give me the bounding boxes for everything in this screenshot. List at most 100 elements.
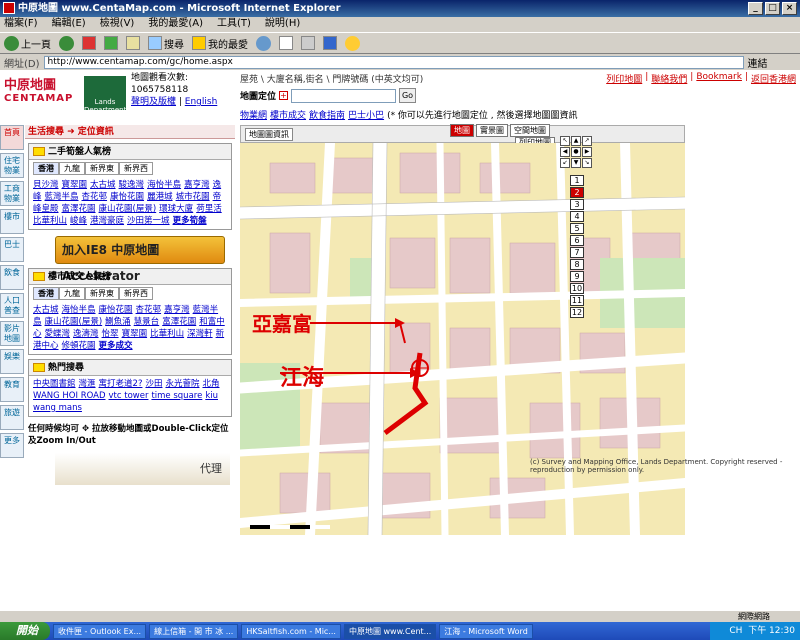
print-button[interactable]	[301, 34, 315, 52]
pan-arrow-icon[interactable]: ↘	[582, 158, 592, 168]
menu-help[interactable]: 說明(H)	[265, 17, 300, 31]
menu-file[interactable]: 檔案(F)	[4, 17, 38, 31]
hp-tab-ntw[interactable]: 新界西	[119, 162, 153, 175]
transaction-link[interactable]: 愛蝶灣	[45, 329, 71, 339]
transaction-link[interactable]: 修頓花園	[62, 341, 96, 351]
back-button[interactable]: 上一頁	[4, 34, 51, 52]
tx-tab-hk[interactable]: 香港	[33, 287, 59, 300]
hot-property-link[interactable]: 比華利山	[33, 216, 67, 226]
hp-tab-kln[interactable]: 九龍	[59, 162, 85, 175]
menu-tools[interactable]: 工具(T)	[217, 17, 251, 31]
hot-property-link[interactable]: 康山花園(屋景)	[99, 204, 157, 214]
hot-search-link[interactable]: 灣滙	[79, 379, 96, 389]
side-tab-video[interactable]: 影片地圖	[0, 321, 24, 346]
hot-search-link[interactable]: time square	[151, 391, 202, 401]
zoom-level-button[interactable]: 12	[570, 307, 584, 318]
close-button[interactable]: ×	[782, 2, 797, 15]
go-button[interactable]: Go	[399, 88, 417, 103]
hot-search-link[interactable]: WANG HOI ROAD	[33, 391, 106, 401]
map-tab-aerial[interactable]: 空間地圖	[510, 124, 550, 137]
mail-button[interactable]	[279, 34, 293, 52]
zoom-level-button[interactable]: 1	[570, 175, 584, 186]
hot-search-link[interactable]: 寓打老道2?	[99, 379, 143, 389]
links-label[interactable]: 連結	[748, 55, 768, 70]
pan-arrow-icon[interactable]: ◀	[560, 147, 570, 157]
side-tab-bus[interactable]: 巴士	[0, 237, 24, 262]
side-tab-travel[interactable]: 旅遊	[0, 405, 24, 430]
tx-tab-ntw[interactable]: 新界西	[119, 287, 153, 300]
hot-property-link[interactable]: 富澤花園	[62, 204, 96, 214]
home-button[interactable]	[126, 34, 140, 52]
tx-tab-kln[interactable]: 九龍	[59, 287, 85, 300]
transaction-link[interactable]: 逸濤灣	[73, 329, 99, 339]
transaction-link[interactable]: 寶翠園	[122, 329, 148, 339]
tx-tab-nte[interactable]: 新界東	[85, 287, 119, 300]
map-canvas[interactable]: 亞嘉富 江海	[240, 143, 685, 535]
transaction-link[interactable]: 怡翠	[102, 329, 119, 339]
history-button[interactable]	[256, 34, 271, 52]
hot-property-link[interactable]: 藍灣半島	[45, 192, 79, 202]
address-input[interactable]: http://www.centamap.com/gc/home.aspx	[43, 55, 744, 69]
side-tab-commercial[interactable]: 工商物業	[0, 181, 24, 206]
transaction-link[interactable]: 深灣軒	[187, 329, 213, 339]
pan-arrow-icon[interactable]: ▲	[571, 136, 581, 146]
transaction-link[interactable]: 比華利山	[150, 329, 184, 339]
menu-favorites[interactable]: 我的最愛(A)	[148, 17, 203, 31]
messenger-button[interactable]	[345, 34, 360, 52]
hot-property-link[interactable]: 港灣豪庭	[90, 216, 124, 226]
centamap-logo[interactable]: 中原地圖 CENTAMAP Lands Department	[4, 74, 126, 114]
favorites-button[interactable]: 我的最愛	[192, 34, 248, 52]
hot-property-link[interactable]: 杏花邨	[82, 192, 108, 202]
agent-banner[interactable]: 代理	[55, 453, 230, 485]
hot-search-link[interactable]: 永光薈院	[165, 379, 199, 389]
locate-input[interactable]	[291, 88, 397, 103]
transaction-link-more[interactable]: 更多成交	[99, 341, 133, 351]
language-indicator[interactable]: CH	[729, 626, 742, 636]
subnav-bus[interactable]: 巴士小巴	[348, 108, 384, 121]
zoom-level-button[interactable]: 3	[570, 199, 584, 210]
zoom-level-button[interactable]: 5	[570, 223, 584, 234]
taskbar-task[interactable]: HKSaltfish.com - Mic...	[241, 623, 341, 639]
subnav-property[interactable]: 物業網	[240, 108, 267, 121]
side-tab-market[interactable]: 樓市	[0, 209, 24, 234]
maximize-button[interactable]: □	[765, 2, 780, 15]
hot-property-link[interactable]: 康怡花園	[110, 192, 144, 202]
zoom-level-button[interactable]: 7	[570, 247, 584, 258]
start-button[interactable]: 開始	[0, 622, 50, 640]
edit-button[interactable]	[323, 34, 337, 52]
zoom-level-button[interactable]: 6	[570, 235, 584, 246]
side-tab-census[interactable]: 人口普查	[0, 293, 24, 318]
transaction-link[interactable]: 富澤花園	[162, 317, 196, 327]
hot-search-link[interactable]: vtc tower	[109, 391, 149, 401]
zoom-level-button[interactable]: 10	[570, 283, 584, 294]
ie8-accelerator-button[interactable]: 加入IE8 中原地圖 Accelerator	[55, 236, 225, 283]
hot-property-link[interactable]: 荷里活	[196, 204, 222, 214]
zoom-level-button[interactable]: 2	[570, 187, 584, 198]
pan-arrow-icon[interactable]: ▼	[571, 158, 581, 168]
hot-property-link[interactable]: 沙田第一城	[127, 216, 170, 226]
hot-property-link[interactable]: 海怡半島	[147, 180, 181, 190]
transaction-link[interactable]: 太古城	[33, 305, 59, 315]
hp-tab-nte[interactable]: 新界東	[85, 162, 119, 175]
side-tab-entertainment[interactable]: 娛樂	[0, 349, 24, 374]
zoom-level-button[interactable]: 8	[570, 259, 584, 270]
side-tab-residential[interactable]: 住宅物業	[0, 153, 24, 178]
hot-property-link[interactable]: 環球大廈	[159, 204, 193, 214]
hot-property-link[interactable]: 城市花園	[176, 192, 210, 202]
search-button[interactable]: 搜尋	[148, 34, 184, 52]
minimize-button[interactable]: _	[748, 2, 763, 15]
pan-arrow-icon[interactable]: ↙	[560, 158, 570, 168]
map-tab-map[interactable]: 地圖	[450, 124, 474, 137]
transaction-link[interactable]: 鰂魚涌	[105, 317, 131, 327]
hot-search-link[interactable]: 中央圖書館	[33, 379, 76, 389]
side-tab-dining[interactable]: 飲食	[0, 265, 24, 290]
menu-view[interactable]: 檢視(V)	[100, 17, 135, 31]
hot-search-link[interactable]: 北角	[202, 379, 219, 389]
side-tab-home[interactable]: 首頁	[0, 125, 24, 150]
hk-site-link[interactable]: 返回香港網	[751, 72, 796, 85]
map-tab-photo[interactable]: 實景圖	[476, 124, 508, 137]
menu-edit[interactable]: 編輯(E)	[52, 17, 86, 31]
forward-button[interactable]	[59, 34, 74, 52]
pan-arrow-icon[interactable]: ↖	[560, 136, 570, 146]
transaction-link[interactable]: 杏花邨	[136, 305, 162, 315]
